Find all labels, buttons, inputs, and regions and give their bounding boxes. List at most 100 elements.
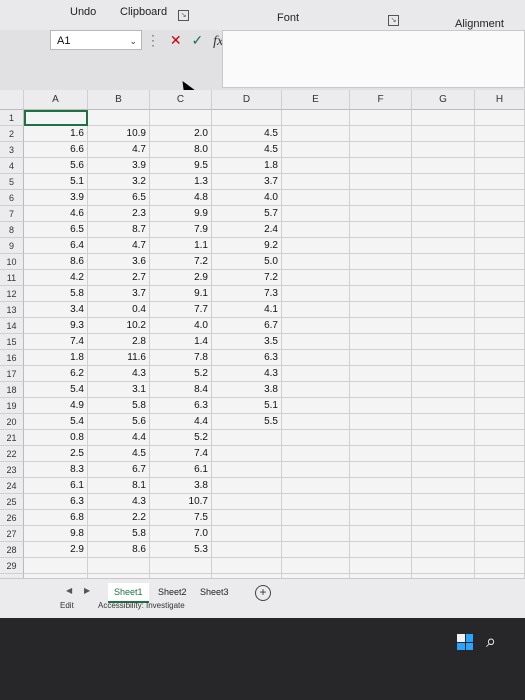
- cell-f13[interactable]: [350, 302, 412, 318]
- search-icon[interactable]: ⌕: [486, 631, 496, 652]
- row-header-27[interactable]: 27: [0, 526, 24, 542]
- cell-e29[interactable]: [282, 558, 350, 574]
- column-header-b[interactable]: B: [88, 90, 150, 110]
- cell-e26[interactable]: [282, 510, 350, 526]
- cell-c14[interactable]: 4.0: [150, 318, 212, 334]
- cell-c21[interactable]: 5.2: [150, 430, 212, 446]
- cell-g26[interactable]: [412, 510, 475, 526]
- cell-b28[interactable]: 8.6: [88, 542, 150, 558]
- cell-a29[interactable]: [24, 558, 88, 574]
- cell-c25[interactable]: 10.7: [150, 494, 212, 510]
- cell-f1[interactable]: [350, 110, 412, 126]
- cell-a17[interactable]: 6.2: [24, 366, 88, 382]
- cell-d28[interactable]: [212, 542, 282, 558]
- cell-c19[interactable]: 6.3: [150, 398, 212, 414]
- row-header-18[interactable]: 18: [0, 382, 24, 398]
- cell-b5[interactable]: 3.2: [88, 174, 150, 190]
- cell-h11[interactable]: [475, 270, 525, 286]
- cell-a23[interactable]: 8.3: [24, 462, 88, 478]
- cell-e25[interactable]: [282, 494, 350, 510]
- cell-f21[interactable]: [350, 430, 412, 446]
- cell-f2[interactable]: [350, 126, 412, 142]
- cell-d5[interactable]: 3.7: [212, 174, 282, 190]
- cell-a11[interactable]: 4.2: [24, 270, 88, 286]
- cell-g29[interactable]: [412, 558, 475, 574]
- cell-h18[interactable]: [475, 382, 525, 398]
- cell-h6[interactable]: [475, 190, 525, 206]
- cell-b21[interactable]: 4.4: [88, 430, 150, 446]
- cell-e4[interactable]: [282, 158, 350, 174]
- accessibility-status[interactable]: Accessibility: Investigate: [98, 601, 185, 610]
- cell-a14[interactable]: 9.3: [24, 318, 88, 334]
- cell-c6[interactable]: 4.8: [150, 190, 212, 206]
- cell-c12[interactable]: 9.1: [150, 286, 212, 302]
- cell-c20[interactable]: 4.4: [150, 414, 212, 430]
- cell-h29[interactable]: [475, 558, 525, 574]
- cell-h3[interactable]: [475, 142, 525, 158]
- row-header-1[interactable]: 1: [0, 110, 24, 126]
- cell-g23[interactable]: [412, 462, 475, 478]
- cell-a19[interactable]: 4.9: [24, 398, 88, 414]
- cell-c7[interactable]: 9.9: [150, 206, 212, 222]
- cell-d27[interactable]: [212, 526, 282, 542]
- cell-h8[interactable]: [475, 222, 525, 238]
- cell-g8[interactable]: [412, 222, 475, 238]
- cell-f6[interactable]: [350, 190, 412, 206]
- cell-a10[interactable]: 8.6: [24, 254, 88, 270]
- cell-g4[interactable]: [412, 158, 475, 174]
- cell-c2[interactable]: 2.0: [150, 126, 212, 142]
- cell-b3[interactable]: 4.7: [88, 142, 150, 158]
- cell-a25[interactable]: 6.3: [24, 494, 88, 510]
- cell-c9[interactable]: 1.1: [150, 238, 212, 254]
- cell-f18[interactable]: [350, 382, 412, 398]
- windows-logo-icon[interactable]: [457, 634, 473, 650]
- cell-d3[interactable]: 4.5: [212, 142, 282, 158]
- cell-f26[interactable]: [350, 510, 412, 526]
- cell-h26[interactable]: [475, 510, 525, 526]
- cell-h4[interactable]: [475, 158, 525, 174]
- cell-g27[interactable]: [412, 526, 475, 542]
- cell-c3[interactable]: 8.0: [150, 142, 212, 158]
- cell-e8[interactable]: [282, 222, 350, 238]
- cell-g1[interactable]: [412, 110, 475, 126]
- cell-d23[interactable]: [212, 462, 282, 478]
- tab-sheet3[interactable]: Sheet3: [194, 583, 235, 601]
- cell-h28[interactable]: [475, 542, 525, 558]
- cell-g9[interactable]: [412, 238, 475, 254]
- tab-sheet2[interactable]: Sheet2: [152, 583, 193, 601]
- cell-d21[interactable]: [212, 430, 282, 446]
- cell-e27[interactable]: [282, 526, 350, 542]
- column-header-f[interactable]: F: [350, 90, 412, 110]
- cell-d25[interactable]: [212, 494, 282, 510]
- font-launcher-icon[interactable]: ↘: [388, 15, 399, 26]
- cell-g20[interactable]: [412, 414, 475, 430]
- row-header-29[interactable]: 29: [0, 558, 24, 574]
- cell-g5[interactable]: [412, 174, 475, 190]
- cell-b16[interactable]: 11.6: [88, 350, 150, 366]
- cell-a5[interactable]: 5.1: [24, 174, 88, 190]
- enter-icon[interactable]: ✓: [192, 32, 204, 48]
- cell-b27[interactable]: 5.8: [88, 526, 150, 542]
- column-header-c[interactable]: C: [150, 90, 212, 110]
- row-header-7[interactable]: 7: [0, 206, 24, 222]
- cell-h14[interactable]: [475, 318, 525, 334]
- cell-c5[interactable]: 1.3: [150, 174, 212, 190]
- cell-d8[interactable]: 2.4: [212, 222, 282, 238]
- row-header-6[interactable]: 6: [0, 190, 24, 206]
- cell-e15[interactable]: [282, 334, 350, 350]
- cell-d15[interactable]: 3.5: [212, 334, 282, 350]
- cell-b25[interactable]: 4.3: [88, 494, 150, 510]
- cell-e14[interactable]: [282, 318, 350, 334]
- row-header-3[interactable]: 3: [0, 142, 24, 158]
- row-header-9[interactable]: 9: [0, 238, 24, 254]
- cell-b2[interactable]: 10.9: [88, 126, 150, 142]
- cell-h9[interactable]: [475, 238, 525, 254]
- cell-e3[interactable]: [282, 142, 350, 158]
- cell-f10[interactable]: [350, 254, 412, 270]
- cell-g16[interactable]: [412, 350, 475, 366]
- cell-a21[interactable]: 0.8: [24, 430, 88, 446]
- row-header-2[interactable]: 2: [0, 126, 24, 142]
- cell-g7[interactable]: [412, 206, 475, 222]
- cell-e13[interactable]: [282, 302, 350, 318]
- row-header-22[interactable]: 22: [0, 446, 24, 462]
